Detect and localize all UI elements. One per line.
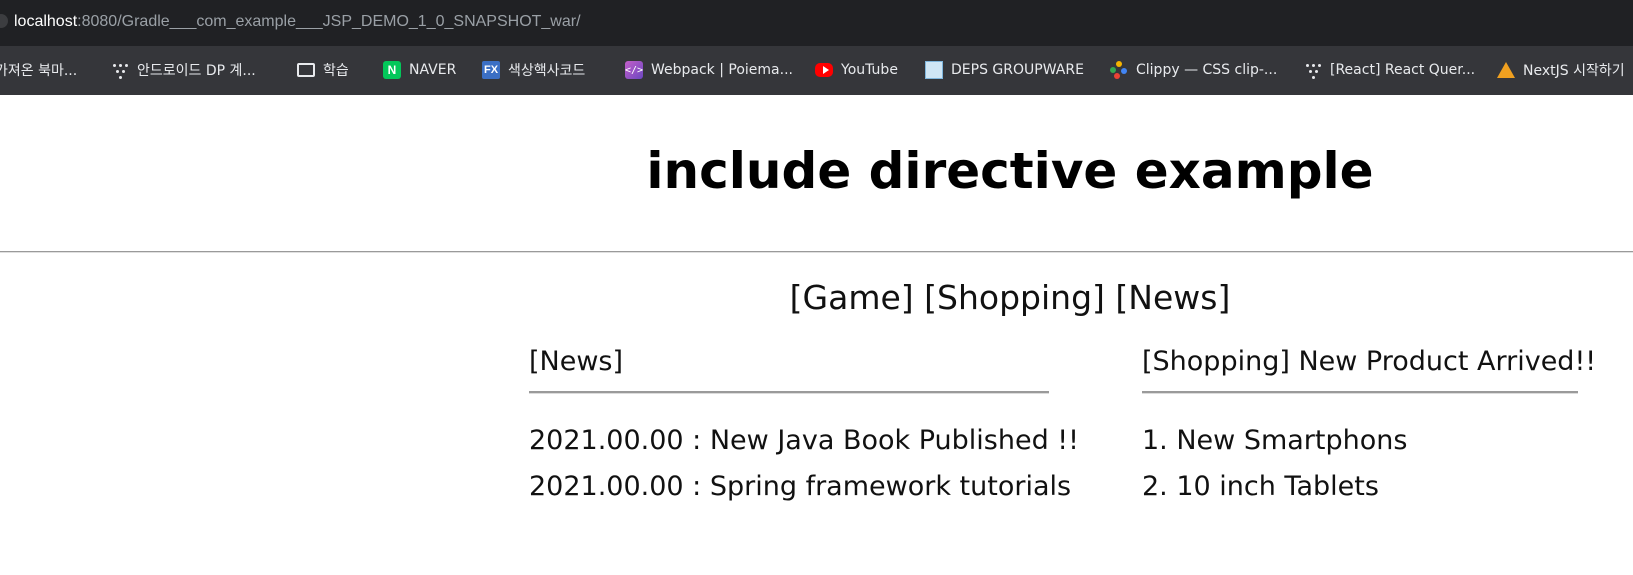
list-item: 2021.00.00 : New Java Book Published !! bbox=[529, 425, 1079, 456]
address-bar[interactable]: localhost:8080/Gradle___com_example___JS… bbox=[0, 0, 1633, 46]
news-heading: [News] bbox=[529, 346, 624, 377]
deps-icon bbox=[925, 61, 943, 79]
shopping-divider bbox=[1142, 391, 1578, 394]
bookmark-nextjs[interactable]: NextJS 시작하기 bbox=[1497, 59, 1625, 81]
bookmark-label: [React] React Quer... bbox=[1330, 62, 1476, 78]
top-nav: [Game] [Shopping] [News] bbox=[0, 276, 1633, 320]
shopping-list: 1. New Smartphons 2. 10 inch Tablets bbox=[1142, 418, 1578, 510]
bookmark-label: 안드로이드 DP 계... bbox=[137, 63, 256, 79]
bookmark-imported[interactable]: 가져온 북마... bbox=[0, 59, 77, 81]
list-item: 1. New Smartphons bbox=[1142, 425, 1408, 456]
bookmark-android-dp[interactable]: 안드로이드 DP 계... bbox=[111, 59, 256, 81]
naver-icon: N bbox=[383, 61, 401, 79]
list-item: 2. 10 inch Tablets bbox=[1142, 471, 1379, 502]
bookmark-naver[interactable]: N NAVER bbox=[383, 59, 456, 81]
bookmark-youtube[interactable]: YouTube bbox=[815, 59, 898, 81]
news-section: [News] 2021.00.00 : New Java Book Publis… bbox=[529, 342, 1079, 510]
nav-link-news[interactable]: [News] bbox=[1115, 278, 1230, 317]
dots-icon bbox=[1304, 61, 1322, 79]
nav-link-game[interactable]: [Game] bbox=[790, 278, 914, 317]
url-host: localhost bbox=[14, 13, 78, 30]
folder-icon bbox=[297, 61, 315, 79]
url-field[interactable]: localhost:8080/Gradle___com_example___JS… bbox=[14, 13, 581, 31]
bookmark-label: 색상핵사코드 bbox=[508, 63, 586, 79]
news-list: 2021.00.00 : New Java Book Published !! … bbox=[529, 418, 1079, 510]
url-path: :8080/Gradle___com_example___JSP_DEMO_1_… bbox=[77, 13, 581, 30]
bookmark-react-query[interactable]: [React] React Quer... bbox=[1304, 59, 1475, 81]
youtube-icon bbox=[815, 61, 833, 79]
nav-link-shopping[interactable]: [Shopping] bbox=[924, 278, 1105, 317]
nextjs-icon bbox=[1497, 61, 1515, 79]
bookmark-folder-study[interactable]: 학습 bbox=[297, 59, 349, 81]
fx-icon: FX bbox=[482, 61, 500, 79]
bookmark-label: Webpack | Poiema... bbox=[651, 62, 793, 78]
bookmark-label: YouTube bbox=[841, 62, 898, 78]
site-info-icon[interactable] bbox=[0, 14, 8, 28]
clippy-icon bbox=[1110, 61, 1128, 79]
webpack-icon: </> bbox=[625, 61, 643, 79]
bookmark-label: NAVER bbox=[409, 62, 457, 78]
bookmark-label: NextJS 시작하기 bbox=[1523, 63, 1625, 79]
page-title: include directive example bbox=[646, 142, 1374, 200]
list-item: 2021.00.00 : Spring framework tutorials bbox=[529, 471, 1072, 502]
bookmarks-bar: 가져온 북마... 안드로이드 DP 계... 학습 N NAVER FX 색상… bbox=[0, 46, 1633, 95]
news-divider bbox=[529, 391, 1049, 394]
bookmark-label: Clippy — CSS clip-... bbox=[1136, 62, 1278, 78]
bookmark-webpack[interactable]: </> Webpack | Poiema... bbox=[625, 59, 793, 81]
bookmark-clippy[interactable]: Clippy — CSS clip-... bbox=[1110, 59, 1277, 81]
bookmark-label: 학습 bbox=[323, 63, 349, 79]
bookmark-label: DEPS GROUPWARE bbox=[951, 62, 1084, 78]
shopping-heading: [Shopping] New Product Arrived!! bbox=[1142, 346, 1597, 377]
divider bbox=[0, 251, 1633, 253]
dots-icon bbox=[111, 61, 129, 79]
shopping-section: [Shopping] New Product Arrived!! 1. New … bbox=[1142, 342, 1597, 510]
bookmark-label: 가져온 북마... bbox=[0, 63, 78, 79]
bookmark-color-hex[interactable]: FX 색상핵사코드 bbox=[482, 59, 585, 81]
bookmark-deps-groupware[interactable]: DEPS GROUPWARE bbox=[925, 59, 1084, 81]
